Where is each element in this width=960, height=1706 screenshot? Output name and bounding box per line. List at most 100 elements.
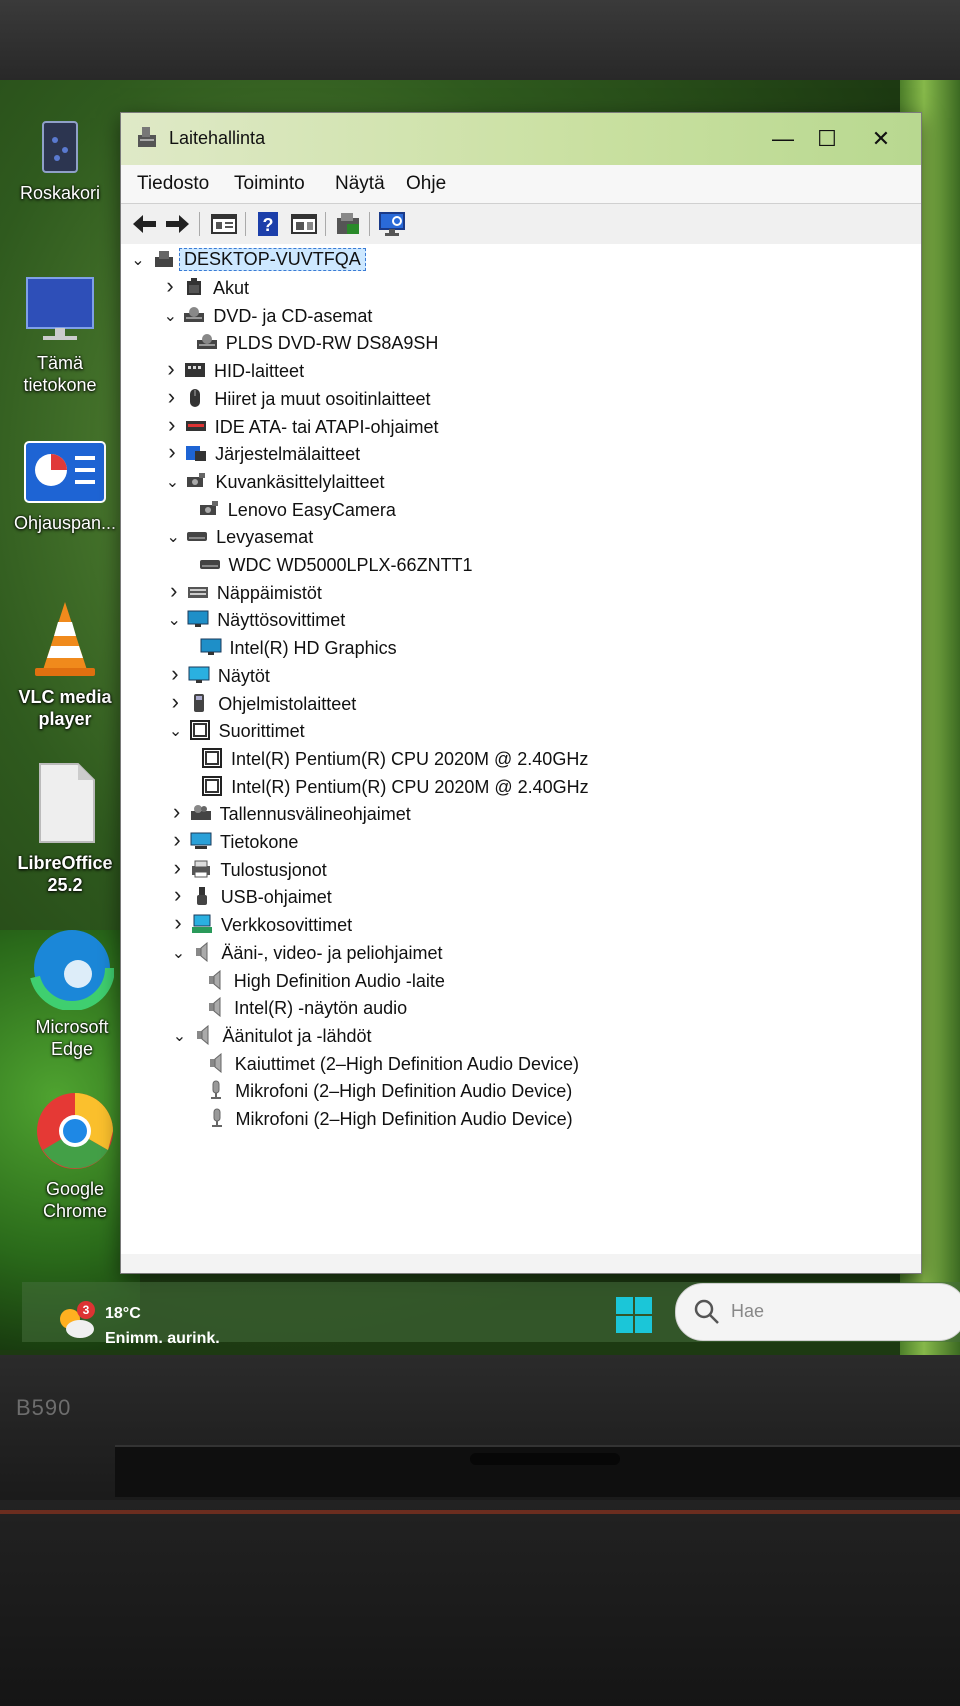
search-placeholder: Hae	[731, 1301, 765, 1321]
search-icon	[694, 1299, 719, 1324]
chevron-right-icon[interactable]: ›	[162, 384, 180, 410]
speaker-icon	[192, 1024, 214, 1045]
update-driver-icon	[337, 213, 359, 234]
display-adapter-icon	[187, 609, 209, 629]
tree-item-label: Mikrofoni (2–High Definition Audio Devic…	[235, 1109, 573, 1129]
device-manager-icon	[135, 125, 159, 149]
chevron-right-icon[interactable]: ›	[169, 882, 187, 908]
help-button[interactable]: ?	[253, 210, 283, 238]
desktop-icon-chrome[interactable]: Google Chrome	[15, 1090, 135, 1222]
speaker-icon	[204, 997, 226, 1018]
speaker-icon	[205, 1052, 227, 1073]
desktop-icon-label: Tämä tietokone	[23, 353, 97, 395]
chevron-right-icon[interactable]: ›	[161, 273, 179, 299]
tree-item-label: Kuvankäsittelylaitteet	[215, 471, 385, 492]
tree-item-label: Levyasemat	[216, 527, 314, 548]
tree-item-label: Ohjelmistolaitteet	[218, 693, 357, 714]
weather-badge: 3	[77, 1301, 95, 1319]
chrome-icon	[34, 1090, 116, 1172]
software-device-icon	[188, 693, 210, 713]
chevron-right-icon[interactable]: ›	[162, 356, 180, 382]
taskbar-search[interactable]: Hae	[675, 1283, 960, 1341]
close-button[interactable]: ✕	[859, 123, 903, 155]
view-button[interactable]	[289, 210, 319, 238]
tree-item-label: Intel(R) HD Graphics	[229, 638, 397, 659]
tree-item-label: Suorittimet	[218, 721, 305, 742]
computer-icon	[190, 831, 212, 851]
chevron-down-icon[interactable]: ⌄	[167, 721, 185, 741]
tree-item-label: Lenovo EasyCamera	[227, 499, 396, 520]
maximize-icon: ☐	[817, 126, 837, 151]
desktop-icon-control-panel[interactable]: Ohjauspan...	[5, 440, 125, 534]
chevron-down-icon[interactable]: ⌄	[163, 472, 181, 492]
desktop-icon-libreoffice[interactable]: LibreOffice 25.2	[5, 762, 125, 896]
speaker-icon	[204, 969, 226, 990]
minimize-button[interactable]: —	[761, 123, 805, 155]
camera-icon	[198, 499, 220, 519]
start-button[interactable]	[615, 1296, 653, 1334]
tree-item-label: Akut	[213, 278, 250, 298]
update-driver-button[interactable]	[333, 210, 363, 238]
tree-item-label: Kaiuttimet (2–High Definition Audio Devi…	[234, 1053, 579, 1074]
tree-item-label: Järjestelmälaitteet	[215, 444, 361, 465]
speaker-icon	[191, 941, 213, 962]
maximize-button[interactable]: ☐	[805, 123, 849, 155]
menu-view[interactable]: Näytä	[335, 173, 385, 195]
desktop-icon-recycle-bin[interactable]: Roskakori	[0, 112, 120, 204]
chevron-right-icon[interactable]: ›	[168, 799, 186, 825]
back-button[interactable]	[129, 210, 159, 238]
chevron-down-icon[interactable]: ⌄	[129, 250, 147, 270]
chevron-down-icon[interactable]: ⌄	[169, 943, 187, 963]
tree-item-label: Tallennusvälineohjaimet	[219, 804, 411, 825]
device-manager-window: Laitehallinta — ☐ ✕ Tiedosto Toiminto Nä…	[120, 112, 922, 1274]
cpu-icon	[201, 775, 223, 796]
menu-help[interactable]: Ohje	[406, 173, 446, 195]
desktop-icon-vlc[interactable]: VLC media player	[5, 598, 125, 730]
menu-file[interactable]: Tiedosto	[137, 173, 209, 195]
chevron-down-icon[interactable]: ⌄	[170, 1026, 188, 1046]
desktop-icon-label: Roskakori	[19, 183, 101, 203]
chevron-down-icon[interactable]: ⌄	[165, 610, 183, 630]
chevron-right-icon[interactable]: ›	[166, 661, 184, 687]
title-bar[interactable]: Laitehallinta — ☐ ✕	[121, 113, 921, 165]
properties-button[interactable]	[209, 210, 239, 238]
tree-item-label: Intel(R) -näytön audio	[234, 998, 408, 1019]
tree-item-label: Tulostusjonot	[220, 859, 327, 880]
scan-hardware-button[interactable]	[377, 210, 407, 238]
chevron-down-icon[interactable]: ⌄	[161, 306, 179, 326]
chevron-right-icon[interactable]: ›	[166, 689, 184, 715]
laptop-trim	[0, 1510, 960, 1514]
tree-item-label: Hiiret ja muut osoitinlaitteet	[214, 388, 431, 409]
scan-hardware-icon	[379, 212, 405, 236]
chevron-right-icon[interactable]: ›	[163, 412, 181, 438]
chevron-right-icon[interactable]: ›	[163, 439, 181, 465]
back-arrow-icon	[133, 215, 156, 233]
toolbar-separator	[199, 212, 200, 236]
chevron-right-icon[interactable]: ›	[168, 827, 186, 853]
libreoffice-icon	[30, 762, 100, 846]
toolbar: ?	[121, 203, 921, 245]
chevron-down-icon[interactable]: ⌄	[164, 527, 182, 547]
tree-root-label: DESKTOP-VUVTFQA	[179, 248, 366, 271]
laptop-bezel-top	[0, 0, 960, 90]
forward-button[interactable]	[163, 210, 193, 238]
recycle-bin-icon	[35, 112, 85, 176]
desktop-icon-this-pc[interactable]: Tämä tietokone	[0, 276, 120, 396]
edge-icon	[29, 925, 115, 1011]
tree-item-label: IDE ATA- tai ATAPI-ohjaimet	[214, 416, 439, 437]
laptop-keyboard-deck	[0, 1500, 960, 1706]
microphone-icon	[205, 1080, 227, 1100]
window-title: Laitehallinta	[169, 128, 266, 148]
tree-item-label: High Definition Audio -laite	[233, 970, 445, 991]
menu-action[interactable]: Toiminto	[234, 173, 305, 195]
tree-item-label: Intel(R) Pentium(R) CPU 2020M @ 2.40GHz	[230, 748, 589, 769]
chevron-right-icon[interactable]: ›	[168, 855, 186, 881]
chevron-right-icon[interactable]: ›	[165, 578, 183, 604]
ide-controller-icon	[185, 416, 207, 436]
toolbar-separator	[369, 212, 370, 236]
weather-description[interactable]: Enimm. aurink.	[105, 1330, 220, 1348]
chevron-right-icon[interactable]: ›	[169, 910, 187, 936]
weather-temperature[interactable]: 18°C	[105, 1305, 141, 1323]
help-icon: ?	[258, 212, 278, 236]
desktop-icon-edge[interactable]: Microsoft Edge	[12, 925, 132, 1060]
